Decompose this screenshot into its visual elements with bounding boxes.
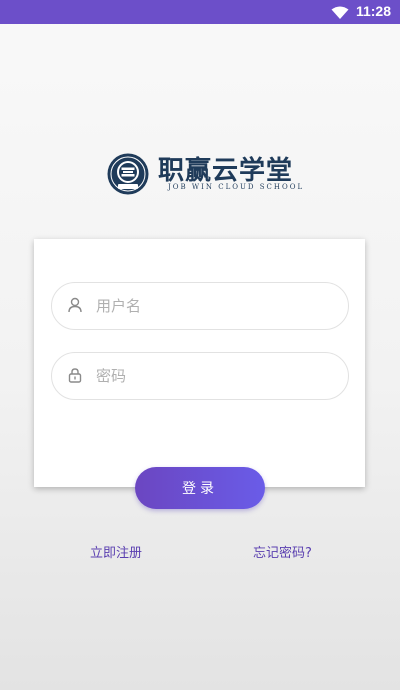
app-title: 职赢云学堂 xyxy=(158,156,294,186)
school-emblem-icon xyxy=(106,152,150,200)
username-input[interactable] xyxy=(96,293,326,319)
username-field[interactable] xyxy=(51,282,349,330)
login-card xyxy=(34,239,365,487)
status-time: 11:28 xyxy=(355,3,391,19)
forgot-password-link[interactable]: 忘记密码? xyxy=(253,542,312,561)
register-link[interactable]: 立即注册 xyxy=(90,542,142,561)
password-field[interactable] xyxy=(51,352,349,400)
app-subtitle: JOB WIN CLOUD SCHOOL xyxy=(168,183,305,191)
password-input[interactable] xyxy=(96,363,326,389)
lock-icon xyxy=(67,367,83,387)
app-logo: 职赢云学堂 JOB WIN CLOUD SCHOOL xyxy=(106,150,306,200)
login-button[interactable]: 登录 xyxy=(135,467,265,509)
wifi-icon xyxy=(331,5,349,24)
status-bar: 11:28 xyxy=(0,0,400,24)
user-icon xyxy=(67,297,83,317)
